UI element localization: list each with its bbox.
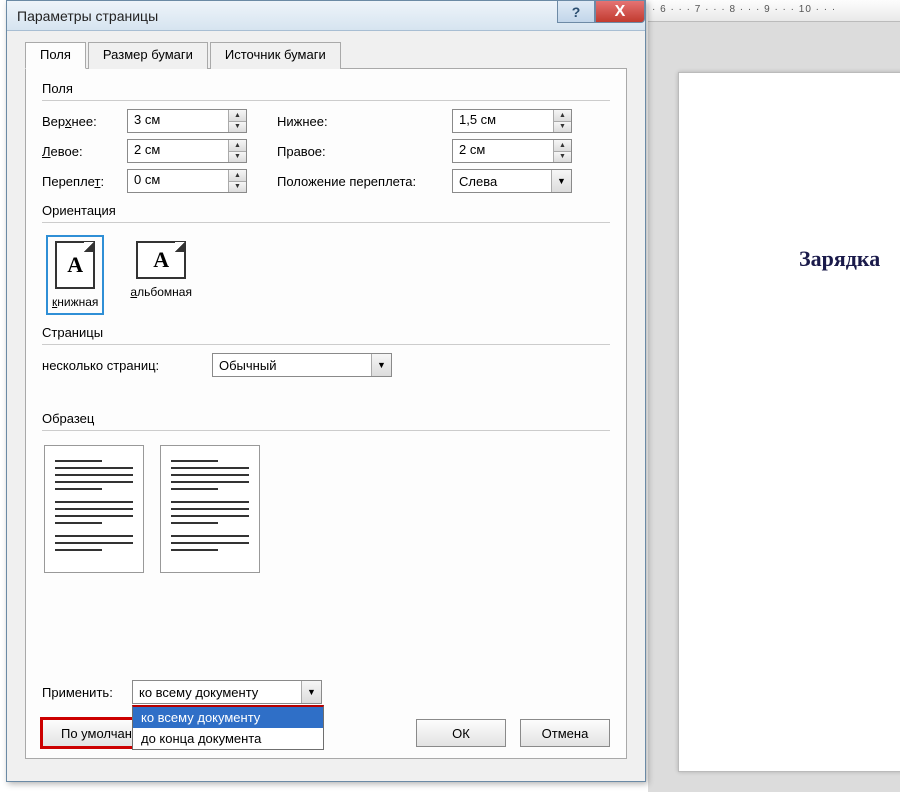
label-gutter: Переплет:: [42, 174, 127, 189]
combo-gutter-position[interactable]: Слева ▼: [452, 169, 572, 193]
label-gutter-position: Положение переплета:: [277, 174, 452, 189]
page-setup-dialog: Параметры страницы ? X Поля Размер бумаг…: [6, 0, 646, 782]
label-bottom: Нижнее:: [277, 114, 452, 129]
label-right: Правое:: [277, 144, 452, 159]
combo-multiple-pages[interactable]: Обычный ▼: [212, 353, 392, 377]
tabs: Поля Размер бумаги Источник бумаги: [25, 41, 627, 69]
spin-down-icon[interactable]: ▼: [554, 152, 571, 163]
ruler: · 6 · · · 7 · · · 8 · · · 9 · · · 10 · ·…: [648, 0, 900, 22]
apply-row: Применить: ко всему документу ▼: [42, 680, 322, 704]
orientation-portrait-label: книжная: [52, 295, 98, 309]
tab-margins[interactable]: Поля: [25, 42, 86, 69]
spin-left[interactable]: 2 см ▲▼: [127, 139, 247, 163]
combo-apply-value: ко всему документу: [133, 683, 301, 702]
ok-button[interactable]: ОК: [416, 719, 506, 747]
spin-down-icon[interactable]: ▼: [229, 122, 246, 133]
combo-apply-to[interactable]: ко всему документу ▼: [132, 680, 322, 704]
titlebar[interactable]: Параметры страницы ? X: [7, 1, 645, 31]
spin-left-value: 2 см: [128, 140, 228, 162]
spin-up-icon[interactable]: ▲: [229, 170, 246, 182]
spin-gutter-value: 0 см: [128, 170, 228, 192]
chevron-down-icon[interactable]: ▼: [371, 354, 391, 376]
document-page: Зарядка: [678, 72, 900, 772]
label-left: Левое:: [42, 144, 127, 159]
spin-up-icon[interactable]: ▲: [229, 110, 246, 122]
group-pages: Страницы несколько страниц: Обычный ▼: [42, 325, 610, 377]
combo-multi-value: Обычный: [213, 356, 371, 375]
spin-right[interactable]: 2 см ▲▼: [452, 139, 572, 163]
document-heading: Зарядка: [799, 246, 880, 272]
group-margins-title: Поля: [42, 81, 610, 101]
chevron-down-icon[interactable]: ▼: [301, 681, 321, 703]
label-apply-to: Применить:: [42, 685, 132, 700]
spin-up-icon[interactable]: ▲: [554, 110, 571, 122]
sample-preview-1: [44, 445, 144, 573]
tab-paper-source[interactable]: Источник бумаги: [210, 42, 341, 69]
spin-down-icon[interactable]: ▼: [229, 182, 246, 193]
orientation-landscape-label: альбомная: [130, 285, 192, 299]
spin-right-value: 2 см: [453, 140, 553, 162]
apply-option-whole-doc[interactable]: ко всему документу: [133, 707, 323, 728]
orientation-portrait[interactable]: A книжная: [46, 235, 104, 315]
help-button[interactable]: ?: [557, 1, 595, 23]
spin-top[interactable]: 3 см ▲▼: [127, 109, 247, 133]
spin-gutter[interactable]: 0 см ▲▼: [127, 169, 247, 193]
combo-apply-dropdown[interactable]: ко всему документу до конца документа: [132, 705, 324, 750]
apply-option-to-end[interactable]: до конца документа: [133, 728, 323, 749]
landscape-icon: A: [136, 241, 186, 279]
orientation-landscape[interactable]: A альбомная: [124, 235, 198, 315]
dialog-title: Параметры страницы: [17, 8, 158, 24]
spin-down-icon[interactable]: ▼: [554, 122, 571, 133]
close-icon: X: [615, 3, 626, 21]
spin-down-icon[interactable]: ▼: [229, 152, 246, 163]
group-orientation-title: Ориентация: [42, 203, 610, 223]
dialog-button-row: По умолчани ОК Отмена: [42, 718, 610, 748]
group-pages-title: Страницы: [42, 325, 610, 345]
group-orientation: Ориентация A книжная A альбомная: [42, 203, 610, 315]
combo-gutter-value: Слева: [453, 172, 551, 191]
group-sample-title: Образец: [42, 411, 610, 431]
label-multiple-pages: несколько страниц:: [42, 358, 212, 373]
portrait-icon: A: [55, 241, 95, 289]
label-top: Верхнее:: [42, 114, 127, 129]
tab-paper-size[interactable]: Размер бумаги: [88, 42, 208, 69]
document-area: Зарядка: [648, 22, 900, 792]
group-margins: Поля Верхнее: 3 см ▲▼ Нижнее: 1,5 см ▲▼: [42, 81, 610, 193]
group-sample: Образец: [42, 411, 610, 579]
tab-panel-margins: Поля Верхнее: 3 см ▲▼ Нижнее: 1,5 см ▲▼: [25, 69, 627, 759]
spin-up-icon[interactable]: ▲: [554, 140, 571, 152]
spin-top-value: 3 см: [128, 110, 228, 132]
spin-up-icon[interactable]: ▲: [229, 140, 246, 152]
cancel-button[interactable]: Отмена: [520, 719, 610, 747]
chevron-down-icon[interactable]: ▼: [551, 170, 571, 192]
spin-bottom-value: 1,5 см: [453, 110, 553, 132]
spin-bottom[interactable]: 1,5 см ▲▼: [452, 109, 572, 133]
sample-preview-2: [160, 445, 260, 573]
close-button[interactable]: X: [595, 1, 645, 23]
